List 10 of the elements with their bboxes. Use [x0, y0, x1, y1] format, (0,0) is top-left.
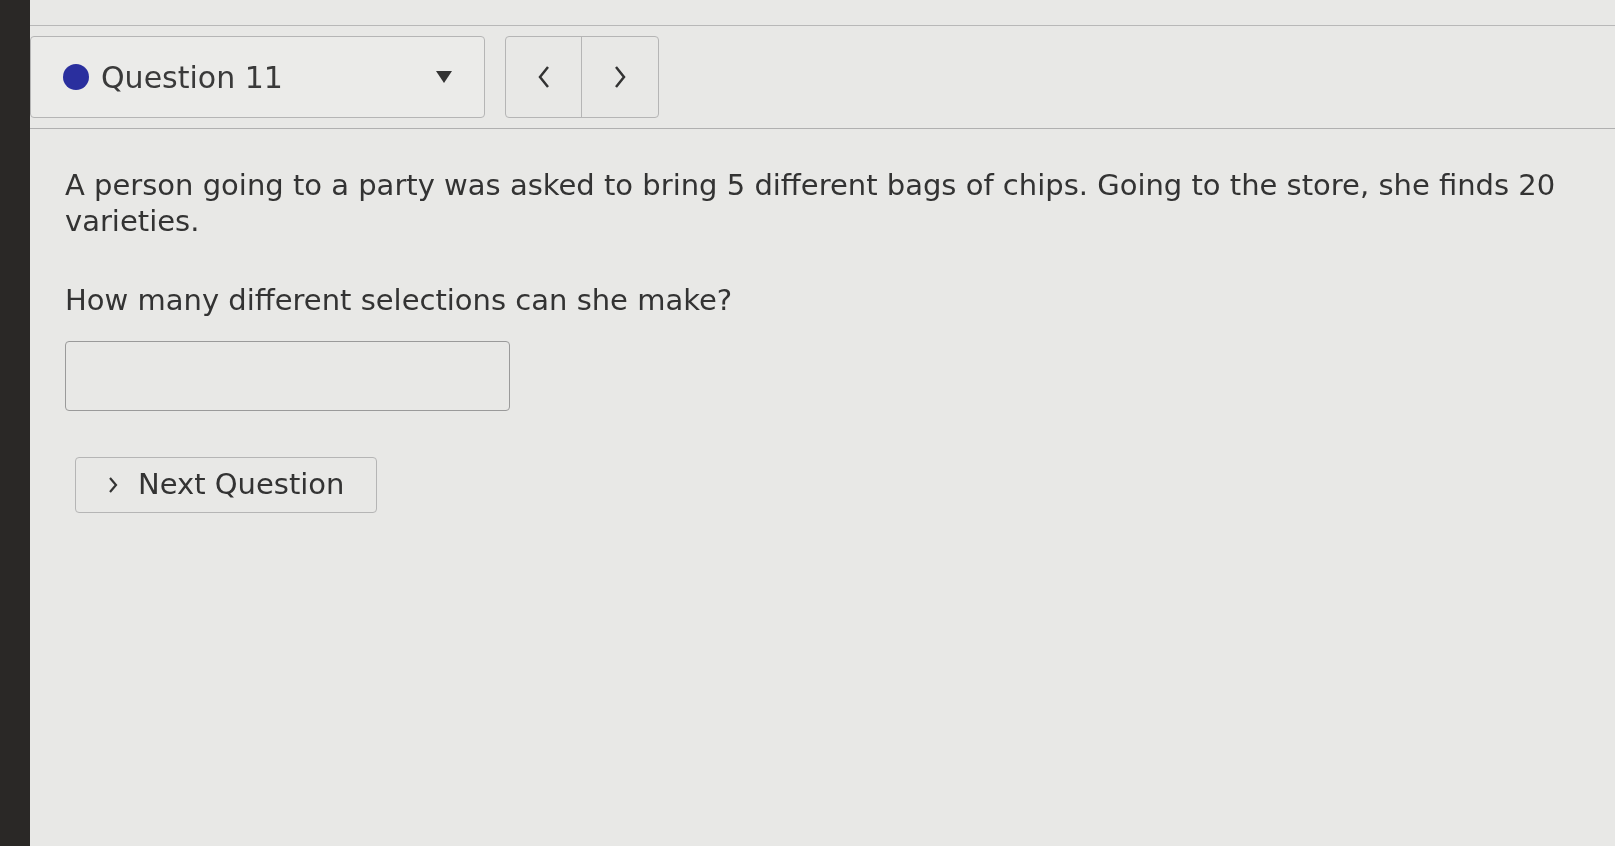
chevron-left-icon: [536, 65, 551, 89]
answer-field[interactable]: [65, 340, 510, 411]
question-prompt: How many different selections can she make?: [65, 282, 733, 319]
chevron-right-icon: [108, 475, 118, 494]
caret-icon: [436, 71, 452, 83]
next-question-button[interactable]: Next Question: [75, 456, 378, 513]
chevron-right-icon: [613, 65, 627, 89]
question-label: Question 11: [101, 58, 284, 97]
question-selector[interactable]: Question 11: [30, 36, 485, 118]
question-text: A person going to a party was asked to bring 5 different bags of chips. Going to the store, she finds 20 varieties.: [65, 167, 1557, 239]
